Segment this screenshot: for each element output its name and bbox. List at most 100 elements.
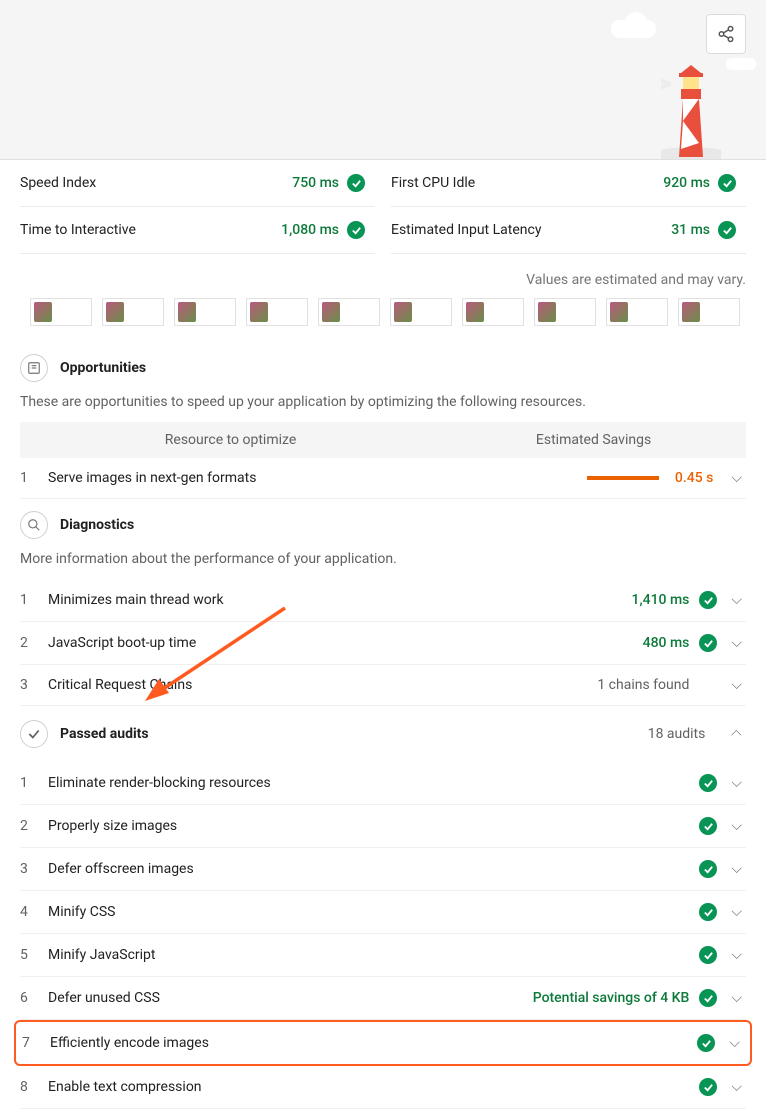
row-number: 3 xyxy=(20,677,48,693)
metric-row: First CPU Idle 920 ms xyxy=(391,160,746,207)
filmstrip-frame[interactable] xyxy=(174,298,236,326)
col-resource: Resource to optimize xyxy=(20,432,441,448)
filmstrip-frame[interactable] xyxy=(246,298,308,326)
diagnostic-label: Minimizes main thread work xyxy=(48,592,632,608)
passed-audit-row[interactable]: 3Defer offscreen images ⌵ xyxy=(20,848,746,891)
chevron-down-icon[interactable]: ⌵ xyxy=(725,1035,744,1051)
pass-icon xyxy=(699,1078,717,1096)
row-number: 7 xyxy=(22,1035,50,1051)
pass-icon xyxy=(699,860,717,878)
filmstrip xyxy=(0,298,766,342)
metrics-grid: Speed Index 750 ms Time to Interactive 1… xyxy=(0,160,766,254)
diagnostic-row[interactable]: 2 JavaScript boot-up time 480 ms ⌵ xyxy=(20,622,746,665)
audit-label: Efficiently encode images xyxy=(50,1035,697,1051)
filmstrip-frame[interactable] xyxy=(462,298,524,326)
filmstrip-frame[interactable] xyxy=(390,298,452,326)
metric-row: Estimated Input Latency 31 ms xyxy=(391,207,746,254)
chevron-down-icon[interactable]: ⌵ xyxy=(727,635,746,651)
passed-audits-title: Passed audits xyxy=(60,726,149,742)
savings-bar xyxy=(587,476,659,480)
metric-label: Time to Interactive xyxy=(20,222,136,238)
pass-icon xyxy=(699,817,717,835)
passed-audit-row[interactable]: 8Enable text compression ⌵ xyxy=(20,1066,746,1109)
diagnostic-value: 1 chains found xyxy=(597,677,689,693)
audit-label: Defer unused CSS xyxy=(48,990,533,1006)
filmstrip-frame[interactable] xyxy=(30,298,92,326)
chevron-down-icon[interactable]: ⌵ xyxy=(727,677,746,693)
filmstrip-frame[interactable] xyxy=(678,298,740,326)
savings-value: 0.45 s xyxy=(675,470,713,486)
audit-label: Enable text compression xyxy=(48,1079,699,1095)
passed-audit-row[interactable]: 2Properly size images ⌵ xyxy=(20,805,746,848)
metric-row: Speed Index 750 ms xyxy=(20,160,375,207)
passed-audits-header[interactable]: Passed audits 18 audits ⌵ xyxy=(20,706,746,762)
filmstrip-frame[interactable] xyxy=(318,298,380,326)
passed-audit-row[interactable]: 7Efficiently encode images ⌵ xyxy=(14,1020,752,1066)
diagnostic-value: 480 ms xyxy=(643,635,690,651)
audit-label: Properly size images xyxy=(48,818,699,834)
metric-row: Time to Interactive 1,080 ms xyxy=(20,207,375,254)
chevron-down-icon[interactable]: ⌵ xyxy=(727,904,746,920)
metric-label: Speed Index xyxy=(20,175,96,191)
row-number: 2 xyxy=(20,818,48,834)
passed-audit-row[interactable]: 6Defer unused CSSPotential savings of 4 … xyxy=(20,977,746,1020)
metric-value: 31 ms xyxy=(671,222,710,238)
chevron-up-icon[interactable]: ⌵ xyxy=(727,726,746,742)
pass-icon xyxy=(718,221,736,239)
row-number: 5 xyxy=(20,947,48,963)
opportunity-label: Serve images in next-gen formats xyxy=(48,470,587,486)
diagnostic-row[interactable]: 3 Critical Request Chains 1 chains found… xyxy=(20,665,746,706)
chevron-down-icon[interactable]: ⌵ xyxy=(727,947,746,963)
opportunities-title: Opportunities xyxy=(60,360,146,376)
magnify-icon xyxy=(20,511,48,539)
opportunity-row[interactable]: 1 Serve images in next-gen formats 0.45 … xyxy=(20,458,746,499)
row-number: 8 xyxy=(20,1079,48,1095)
pass-icon xyxy=(699,989,717,1007)
row-number: 3 xyxy=(20,861,48,877)
passed-audit-row[interactable]: 4Minify CSS ⌵ xyxy=(20,891,746,934)
metric-label: Estimated Input Latency xyxy=(391,222,541,238)
chevron-down-icon[interactable]: ⌵ xyxy=(727,818,746,834)
cloud-decoration xyxy=(726,58,756,70)
audit-label: Minify CSS xyxy=(48,904,699,920)
chevron-down-icon[interactable]: ⌵ xyxy=(727,861,746,877)
row-number: 2 xyxy=(20,635,48,651)
audit-label: Eliminate render-blocking resources xyxy=(48,775,699,791)
opportunities-icon xyxy=(20,354,48,382)
chevron-down-icon[interactable]: ⌵ xyxy=(727,775,746,791)
passed-audit-row[interactable]: 1Eliminate render-blocking resources ⌵ xyxy=(20,762,746,805)
chevron-down-icon[interactable]: ⌵ xyxy=(727,592,746,608)
chevron-down-icon[interactable]: ⌵ xyxy=(727,1079,746,1095)
row-number: 1 xyxy=(20,775,48,791)
opportunities-section: Opportunities These are opportunities to… xyxy=(0,342,766,499)
audit-value: Potential savings of 4 KB xyxy=(533,990,690,1006)
pass-icon xyxy=(699,903,717,921)
passed-audits-count: 18 audits xyxy=(648,726,706,742)
metric-value: 920 ms xyxy=(663,175,710,191)
pass-icon xyxy=(699,634,717,652)
chevron-down-icon[interactable]: ⌵ xyxy=(727,990,746,1006)
passed-audits-section: Passed audits 18 audits ⌵ 1Eliminate ren… xyxy=(0,706,766,1109)
pass-icon xyxy=(699,774,717,792)
diagnostic-label: JavaScript boot-up time xyxy=(48,635,643,651)
col-savings: Estimated Savings xyxy=(441,432,746,448)
filmstrip-frame[interactable] xyxy=(606,298,668,326)
opportunities-desc: These are opportunities to speed up your… xyxy=(20,394,746,422)
values-note: Values are estimated and may vary. xyxy=(0,254,766,298)
share-button[interactable] xyxy=(706,14,746,54)
chevron-down-icon[interactable]: ⌵ xyxy=(727,470,746,486)
audit-label: Defer offscreen images xyxy=(48,861,699,877)
pass-icon xyxy=(347,221,365,239)
row-number: 4 xyxy=(20,904,48,920)
pass-icon xyxy=(697,1034,715,1052)
audit-label: Minify JavaScript xyxy=(48,947,699,963)
metric-value: 1,080 ms xyxy=(281,222,339,238)
filmstrip-frame[interactable] xyxy=(102,298,164,326)
row-number: 1 xyxy=(20,470,48,486)
filmstrip-frame[interactable] xyxy=(534,298,596,326)
check-icon xyxy=(20,720,48,748)
share-icon xyxy=(717,25,735,43)
passed-audit-row[interactable]: 5Minify JavaScript ⌵ xyxy=(20,934,746,977)
diagnostic-row[interactable]: 1 Minimizes main thread work 1,410 ms ⌵ xyxy=(20,579,746,622)
diagnostics-desc: More information about the performance o… xyxy=(20,551,746,579)
